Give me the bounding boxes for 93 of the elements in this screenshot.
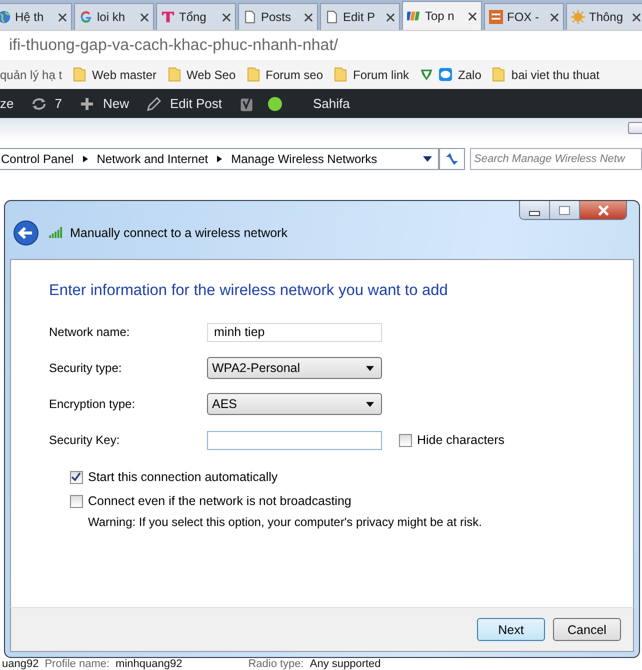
dropdown-arrow-icon[interactable]	[423, 156, 432, 162]
admin-bar-link[interactable]: Sahifa	[313, 96, 350, 111]
dropdown[interactable]: WPA2-Personal	[207, 357, 382, 379]
tab-title: Hệ th	[15, 10, 45, 24]
address-breadcrumb[interactable]: Control Panel Network and Internet Manage Wireless Networks	[0, 148, 440, 170]
input-field[interactable]: minh tiep	[207, 322, 382, 342]
property-text: Profile name:	[44, 658, 110, 670]
admin-bar-link[interactable]: 7	[54, 96, 62, 111]
bookmark-link[interactable]: Zalo	[458, 68, 482, 82]
admin-bar-link[interactable]: New	[102, 96, 129, 111]
breadcrumb-item[interactable]: Network and Internet	[96, 152, 208, 166]
status-dot-icon	[267, 96, 284, 112]
dropdown-arrow-icon[interactable]	[366, 366, 374, 370]
close-icon[interactable]	[632, 12, 641, 22]
checkbox[interactable]	[70, 494, 83, 508]
back-button[interactable]	[13, 220, 39, 246]
tab-title: FOX -	[507, 10, 540, 24]
property-text: minhquang92	[116, 658, 182, 670]
chat-app-icon[interactable]	[439, 67, 452, 82]
admin-bar-link[interactable]: Edit Post	[170, 96, 222, 111]
pencil-icon[interactable]	[146, 96, 162, 112]
breadcrumb-item[interactable]: Manage Wireless Networks	[231, 152, 378, 166]
field-label: Security Key:	[49, 433, 121, 447]
tab-title: Top n	[425, 9, 456, 23]
chevron-icon[interactable]	[82, 155, 88, 163]
tab-title: loi kh	[97, 10, 126, 24]
minimize-button[interactable]	[520, 201, 550, 219]
close-icon[interactable]	[386, 12, 395, 22]
close-icon[interactable]	[468, 12, 477, 20]
refresh-icon[interactable]	[30, 96, 47, 112]
field-label: Encryption type:	[49, 397, 136, 411]
chevron-icon[interactable]	[217, 155, 222, 163]
signal-bars-icon	[49, 227, 64, 238]
seo-plugin-icon[interactable]	[239, 96, 256, 112]
close-icon[interactable]	[222, 12, 231, 22]
dialog-button[interactable]: Next	[477, 618, 545, 641]
checkbox[interactable]	[70, 470, 83, 484]
warning-text: Warning: If you select this option, your computer's privacy might be at risk.	[88, 515, 484, 529]
search-field[interactable]: Search Manage Wireless Netw	[470, 148, 642, 170]
bookmark-link[interactable]: quản lý hạ t	[0, 68, 62, 82]
browser-tab[interactable]: Hệ th	[0, 3, 72, 30]
google-icon	[79, 10, 93, 24]
checkbox-label[interactable]: Connect even if the network is not broadcasting	[88, 494, 352, 508]
admin-bar-link[interactable]: ze	[0, 96, 14, 111]
browser-tab[interactable]: Top n	[402, 1, 482, 30]
bookmark-link[interactable]: Web Seo	[186, 68, 236, 82]
tab-title: Posts	[261, 10, 292, 24]
tab-title: Edit P	[343, 10, 376, 24]
property-text: Radio type:	[248, 658, 304, 670]
refresh-button[interactable]	[439, 148, 465, 170]
inside-logo-icon	[489, 10, 503, 24]
close-icon[interactable]	[550, 12, 559, 22]
tab-title: Thông	[589, 10, 624, 24]
browser-tab[interactable]: Edit P	[320, 3, 400, 30]
page-icon	[243, 10, 257, 24]
bookmark-link[interactable]: Web master	[92, 68, 157, 82]
plus-icon[interactable]	[78, 96, 95, 112]
browser-tab[interactable]: loi kh	[74, 3, 154, 30]
checkbox-label[interactable]: Start this connection automatically	[88, 470, 278, 484]
fpt-logo-icon	[407, 9, 421, 23]
close-button[interactable]	[580, 201, 626, 219]
dropdown[interactable]: AES	[207, 393, 382, 415]
breadcrumb-item[interactable]: Control Panel	[1, 152, 74, 166]
browser-tab[interactable]: Tổng	[156, 3, 236, 30]
dropdown-arrow-icon[interactable]	[366, 402, 374, 406]
close-icon[interactable]	[58, 12, 67, 22]
browser-tab[interactable]: Thông	[566, 3, 642, 30]
restore-button[interactable]	[628, 122, 642, 134]
shield-icon[interactable]	[420, 67, 434, 82]
property-text: Any supported	[310, 658, 381, 670]
input-field[interactable]	[207, 430, 382, 450]
t-logo-icon	[161, 10, 175, 24]
dialog-heading: Enter information for the wireless network you want to add	[49, 282, 449, 300]
url-text[interactable]: ifi-thuong-gap-va-cach-khac-phuc-nhanh-nhat/	[9, 36, 338, 54]
tab-title: Tổng	[179, 10, 208, 24]
globe-icon	[0, 10, 11, 24]
property-text: uang92	[2, 658, 39, 670]
browser-tab[interactable]: Posts	[238, 3, 318, 30]
dialog-title: Manually connect to a wireless network	[70, 226, 288, 240]
checkbox-label[interactable]: Hide characters	[417, 433, 505, 447]
refresh-icon[interactable]	[444, 151, 460, 167]
field-label: Security type:	[49, 361, 123, 375]
bookmark-link[interactable]: Forum link	[353, 68, 410, 82]
browser-tab[interactable]: FOX -	[484, 3, 564, 30]
checkbox[interactable]	[399, 434, 412, 446]
page-icon	[325, 10, 339, 24]
bookmark-link[interactable]: Forum seo	[266, 68, 324, 82]
sun-icon	[571, 10, 585, 24]
dialog-button[interactable]: Cancel	[553, 618, 621, 641]
close-icon[interactable]	[140, 12, 149, 22]
field-label: Network name:	[49, 325, 131, 339]
close-icon[interactable]	[304, 12, 313, 22]
bookmark-link[interactable]: bai viet thu thuat	[511, 68, 600, 82]
